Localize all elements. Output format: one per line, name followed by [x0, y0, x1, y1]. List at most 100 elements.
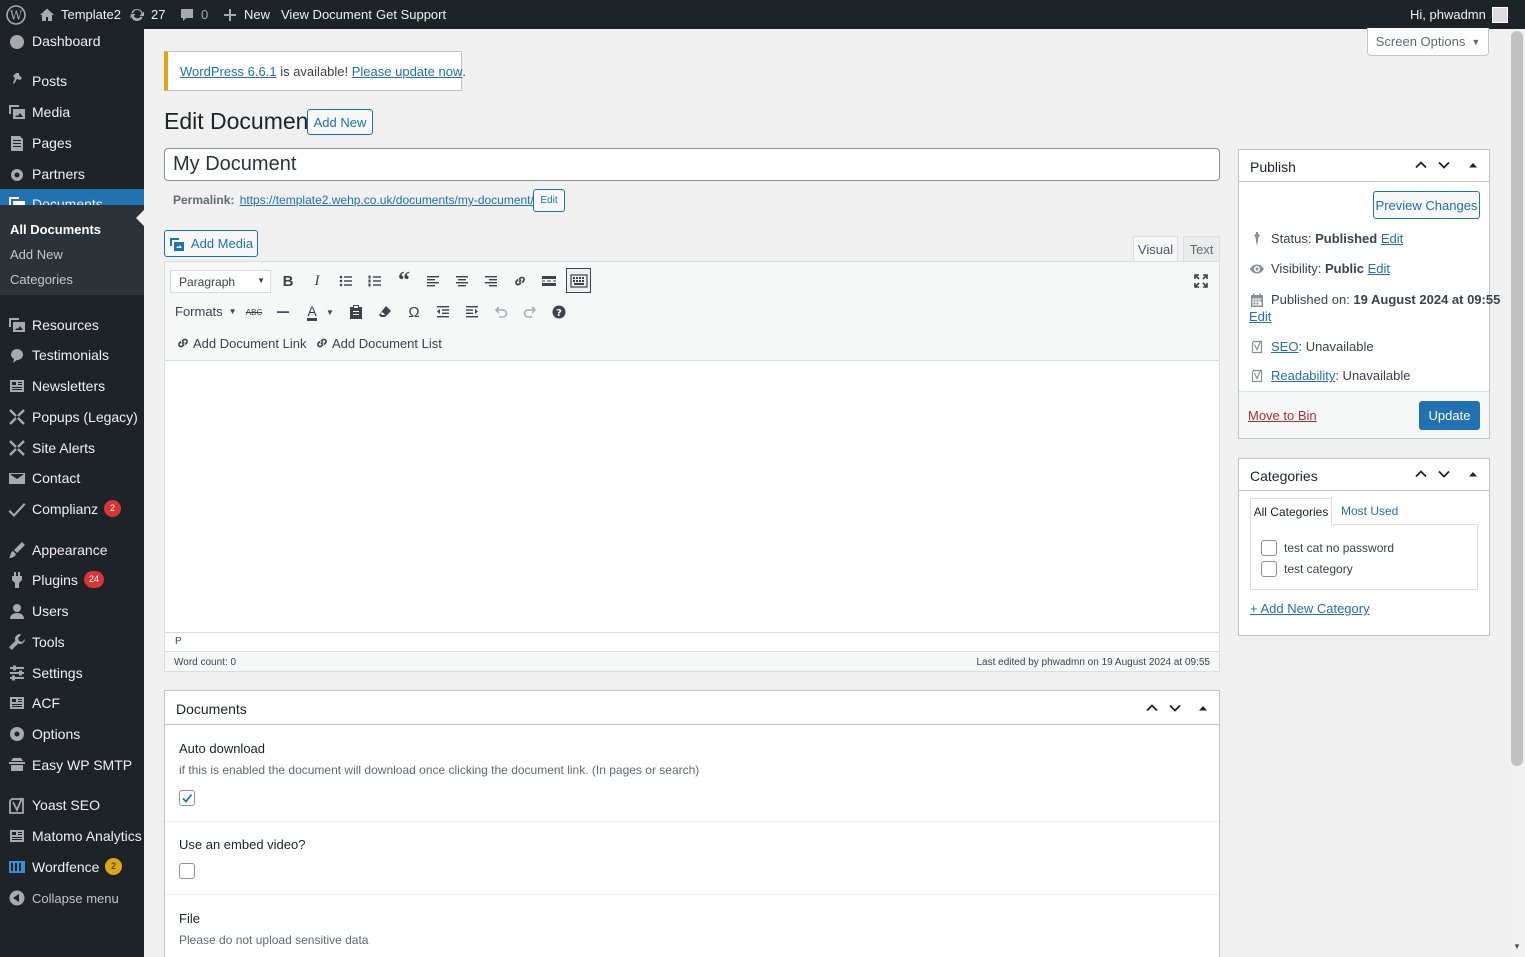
seo-link[interactable]: SEO — [1271, 339, 1298, 354]
auto-download-checkbox[interactable] — [179, 790, 195, 806]
submenu-all-documents[interactable]: All Documents — [10, 222, 101, 237]
get-support-link[interactable]: Get Support — [376, 0, 446, 29]
sidebar-item-users[interactable]: Users — [0, 596, 144, 626]
tab-all-categories[interactable]: All Categories — [1250, 498, 1332, 525]
sidebar-item-popups-legacy[interactable]: Popups (Legacy) — [0, 402, 144, 432]
updates-link[interactable]: 27 — [129, 0, 165, 29]
bullet-list-button[interactable] — [335, 270, 357, 292]
collapse-toggle-icon[interactable] — [1466, 158, 1480, 172]
sidebar-item-complianz[interactable]: Complianz 2 — [0, 494, 144, 524]
category-checkbox-test-category[interactable] — [1261, 561, 1277, 577]
redo-button[interactable] — [519, 301, 541, 323]
permalink-url[interactable]: https://template2.wehp.co.uk/documents/m… — [240, 193, 534, 207]
chevron-up-icon[interactable] — [1145, 701, 1159, 715]
sidebar-item-settings[interactable]: Settings — [0, 658, 144, 688]
sidebar-item-contact[interactable]: Contact — [0, 463, 144, 493]
add-document-link-button[interactable]: Add Document Link — [175, 335, 306, 351]
add-new-category-link[interactable]: + Add New Category — [1250, 601, 1370, 616]
paste-text-button[interactable] — [345, 301, 367, 323]
sidebar-item-testimonials[interactable]: Testimonials — [0, 340, 144, 370]
view-document-link[interactable]: View Document — [281, 0, 372, 29]
align-right-button[interactable] — [480, 270, 502, 292]
undo-button[interactable] — [490, 301, 512, 323]
sidebar-item-appearance[interactable]: Appearance — [0, 535, 144, 565]
sidebar-item-newsletters[interactable]: Newsletters — [0, 371, 144, 401]
read-more-button[interactable] — [538, 270, 560, 292]
tab-visual[interactable]: Visual — [1133, 236, 1178, 262]
submenu-categories[interactable]: Categories — [10, 272, 73, 287]
chevron-down-icon[interactable] — [1437, 158, 1451, 172]
sidebar-item-wordfence[interactable]: Wordfence 2 — [0, 852, 144, 882]
strikethrough-button[interactable]: ABC — [243, 301, 265, 323]
chevron-down-icon[interactable] — [1168, 701, 1182, 715]
italic-button[interactable]: I — [306, 270, 328, 292]
format-select[interactable]: Paragraph ▼ — [170, 270, 271, 293]
tab-most-used[interactable]: Most Used — [1341, 504, 1398, 518]
sidebar-item-site-alerts[interactable]: Site Alerts — [0, 433, 144, 463]
fullscreen-button[interactable] — [1190, 270, 1212, 292]
formats-menu-button[interactable]: Formats ▼ — [175, 304, 237, 319]
scrollbar-thumb[interactable] — [1511, 31, 1523, 766]
category-checkbox-test-cat-no-password[interactable] — [1261, 540, 1277, 556]
collapse-toggle-icon[interactable] — [1196, 701, 1210, 715]
published-edit-link[interactable]: Edit — [1249, 309, 1271, 324]
permalink-edit-button[interactable]: Edit — [533, 189, 565, 212]
site-name-link[interactable]: Template2 — [39, 0, 121, 29]
align-left-button[interactable] — [422, 270, 444, 292]
outdent-button[interactable] — [432, 301, 454, 323]
tab-text[interactable]: Text — [1183, 236, 1220, 262]
chevron-up-icon[interactable] — [1414, 158, 1428, 172]
toolbar-toggle-button[interactable] — [566, 268, 591, 293]
submenu-add-new[interactable]: Add New — [10, 247, 63, 262]
horizontal-line-button[interactable] — [272, 301, 294, 323]
collapse-toggle-icon[interactable] — [1466, 467, 1480, 481]
sidebar-item-yoast-seo[interactable]: Yoast SEO — [0, 790, 144, 820]
numbered-list-button[interactable] — [364, 270, 386, 292]
update-now-link[interactable]: Please update now — [352, 64, 463, 79]
sidebar-item-tools[interactable]: Tools — [0, 627, 144, 657]
sidebar-item-easy-wp-smtp[interactable]: Easy WP SMTP — [0, 750, 144, 780]
sidebar-item-partners[interactable]: Partners — [0, 159, 144, 189]
embed-video-checkbox[interactable] — [179, 863, 195, 879]
editor-content-area[interactable] — [165, 362, 1219, 632]
comments-link[interactable]: 0 — [179, 0, 208, 29]
keyboard-shortcuts-button[interactable]: ? — [548, 301, 570, 323]
sidebar-item-pages[interactable]: Pages — [0, 128, 144, 158]
sidebar-item-plugins[interactable]: Plugins 24 — [0, 565, 144, 595]
wordpress-logo-icon[interactable]: W — [6, 0, 26, 29]
clear-formatting-button[interactable] — [374, 301, 396, 323]
bold-button[interactable]: B — [277, 270, 299, 292]
update-button[interactable]: Update — [1419, 401, 1480, 430]
insert-link-button[interactable] — [509, 270, 531, 292]
blockquote-button[interactable]: “ — [393, 269, 415, 293]
new-content-link[interactable]: New — [222, 0, 270, 29]
chevron-up-icon[interactable] — [1414, 467, 1428, 481]
screen-options-button[interactable]: Screen Options ▼ — [1367, 28, 1489, 56]
sidebar-item-dashboard[interactable]: Dashboard — [0, 26, 144, 56]
text-color-dropdown[interactable]: ▼ — [323, 301, 337, 323]
wordpress-version-link[interactable]: WordPress 6.6.1 — [180, 64, 277, 79]
my-account-link[interactable]: Hi, phwadmn — [1410, 0, 1508, 29]
add-media-button[interactable]: Add Media — [164, 230, 258, 257]
status-edit-link[interactable]: Edit — [1381, 231, 1403, 246]
special-character-button[interactable]: Ω — [403, 301, 425, 323]
scroll-down-icon[interactable]: ▼ — [1513, 942, 1521, 951]
readability-link[interactable]: Readability — [1271, 368, 1335, 383]
visibility-edit-link[interactable]: Edit — [1368, 261, 1390, 276]
move-to-bin-link[interactable]: Move to Bin — [1248, 408, 1317, 423]
add-document-list-button[interactable]: Add Document List — [314, 335, 442, 351]
sidebar-item-collapse-menu[interactable]: Collapse menu — [0, 883, 144, 913]
chevron-down-icon[interactable] — [1437, 467, 1451, 481]
preview-changes-button[interactable]: Preview Changes — [1373, 191, 1480, 219]
sidebar-item-acf[interactable]: ACF — [0, 688, 144, 718]
sidebar-item-resources[interactable]: Resources — [0, 310, 144, 340]
sidebar-item-options[interactable]: Options — [0, 719, 144, 749]
align-center-button[interactable] — [451, 270, 473, 292]
add-new-button[interactable]: Add New — [307, 109, 373, 135]
page-scrollbar[interactable]: ▼ — [1509, 29, 1525, 957]
post-title-input[interactable]: My Document — [164, 148, 1220, 181]
text-color-button[interactable]: A — [301, 301, 323, 323]
sidebar-item-matomo-analytics[interactable]: Matomo Analytics — [0, 821, 144, 851]
indent-button[interactable] — [461, 301, 483, 323]
sidebar-item-posts[interactable]: Posts — [0, 66, 144, 96]
